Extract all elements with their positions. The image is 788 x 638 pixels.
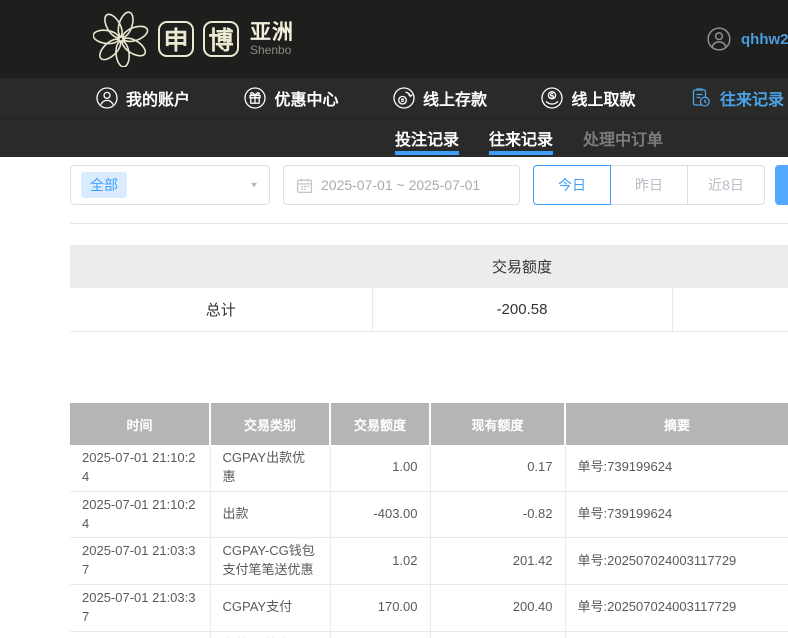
cell-balance: 30.40 [430,631,565,638]
nav-item-online-withdraw[interactable]: 线上取款 [540,86,635,110]
cell-balance: -0.82 [430,491,565,538]
tab-transaction-records[interactable]: 往来记录 [489,119,553,157]
summary-header-row: 交易额度 [70,245,788,288]
main-navigation: 我的账户 优惠中心 线上存款 线上取款 [0,78,788,118]
calendar-icon [296,177,313,194]
cell-type: 出款 [210,491,330,538]
nav-label: 我的账户 [126,86,190,110]
col-header-time: 时间 [70,403,210,445]
user-account[interactable]: qhhw2 [706,26,788,52]
col-header-balance: 现有额度 [430,403,565,445]
table-row: 2025-07-01 21:03:37 CGPAY支付 170.00 200.4… [70,585,788,632]
cell-amount: -403.00 [330,491,430,538]
nav-item-my-account[interactable]: 我的账户 [95,86,190,110]
search-button[interactable] [775,165,788,205]
cell-amount: 1.02 [330,538,430,585]
summary-header-empty [70,245,372,288]
col-header-amount: 交易额度 [330,403,430,445]
cell-amount: 28.00 [330,631,430,638]
table-row: 2025-07-01 21:03:37 CGPAY-CG钱包支付笔笔送优惠 1.… [70,538,788,585]
tab-betting-records[interactable]: 投注记录 [395,119,459,157]
user-avatar-icon [706,26,732,52]
logo-region-text: 亚洲 [250,21,294,44]
sub-navigation: 投注记录 往来记录 处理中订单 [0,118,788,157]
cell-time: 2025-07-01 21:03:37 [70,538,210,585]
date-range-value: 2025-07-01 ~ 2025-07-01 [321,177,480,193]
content-area: 全部 ▼ 2025-07-01 ~ 2025-07-01 今日 昨日 近8日 交… [0,157,788,638]
username-text: qhhw2 [741,31,788,48]
nav-item-online-deposit[interactable]: 线上存款 [392,86,487,110]
cell-type: 存款/取款/打码/损益 [210,631,330,638]
summary-total-value: -200.58 [372,288,672,331]
cell-time: 2025-07-01 21:03:37 [70,585,210,632]
cell-time: 2025-07-01 21:10:24 [70,445,210,491]
table-row: 2025-07-01 21:10:24 出款 -403.00 -0.82 单号:… [70,491,788,538]
cell-time: 2025-07-01 21:10:24 [70,491,210,538]
nav-item-transaction-records[interactable]: 往来记录 [689,86,784,110]
nav-label: 往来记录 [720,86,784,110]
date-range-picker[interactable]: 2025-07-01 ~ 2025-07-01 [283,165,520,205]
table-header-row: 时间 交易类别 交易额度 现有额度 摘要 [70,403,788,445]
summary-empty-cell [672,288,788,331]
transactions-table: 时间 交易类别 交易额度 现有额度 摘要 2025-07-01 21:10:24… [70,403,788,638]
tab-label: 往来记录 [489,126,553,150]
quick-date-buttons: 今日 昨日 近8日 [533,165,765,205]
cell-summary: 单号:202507024003117729 [565,585,788,632]
cell-type: CGPAY支付 [210,585,330,632]
cell-amount: 170.00 [330,585,430,632]
logo-char-shen: 申 [158,21,194,57]
site-logo[interactable]: 申 博 亚洲 Shenbo [93,11,294,67]
flower-logo-icon [93,11,149,67]
tab-label: 投注记录 [395,126,459,150]
nav-label: 优惠中心 [274,86,338,110]
filter-divider [70,223,788,224]
cell-balance: 200.40 [430,585,565,632]
summary-total-label: 总计 [70,288,372,331]
tab-label: 处理中订单 [583,126,663,150]
summary-table: 交易额度 总计 -200.58 [70,245,788,332]
nav-item-promo-center[interactable]: 优惠中心 [243,86,338,110]
cell-summary: 单号:739199624 [565,445,788,491]
top-header: 申 博 亚洲 Shenbo qhhw2 [0,0,788,78]
cell-type: CGPAY-CG钱包支付笔笔送优惠 [210,538,330,585]
yesterday-button[interactable]: 昨日 [610,165,688,205]
account-icon [95,86,119,110]
tab-pending-orders[interactable]: 处理中订单 [583,119,663,157]
cell-summary: 2025年月历史回馈_0701 [565,631,788,638]
cell-summary: 单号:202507024003117729 [565,538,788,585]
promo-icon [243,86,267,110]
logo-subtitle: Shenbo [250,44,294,57]
cell-time: 2025-07-01 21:02:54 [70,631,210,638]
last-8-days-button[interactable]: 近8日 [687,165,765,205]
cell-balance: 0.17 [430,445,565,491]
chevron-down-icon: ▼ [249,181,259,190]
cell-summary: 单号:739199624 [565,491,788,538]
table-row: 2025-07-01 21:02:54 存款/取款/打码/损益 28.00 30… [70,631,788,638]
records-icon [689,86,713,110]
table-row: 2025-07-01 21:10:24 CGPAY出款优惠 1.00 0.17 … [70,445,788,491]
deposit-icon [392,86,416,110]
summary-header-empty [672,245,788,288]
cell-balance: 201.42 [430,538,565,585]
type-select[interactable]: 全部 ▼ [70,165,270,205]
withdraw-icon [540,86,564,110]
summary-header-amount: 交易额度 [372,245,672,288]
nav-label: 线上存款 [423,86,487,110]
cell-type: CGPAY出款优惠 [210,445,330,491]
nav-label: 线上取款 [571,86,635,110]
today-button[interactable]: 今日 [533,165,611,205]
selected-type-chip: 全部 [81,172,127,198]
col-header-type: 交易类别 [210,403,330,445]
col-header-summary: 摘要 [565,403,788,445]
logo-char-bo: 博 [203,21,239,57]
summary-total-row: 总计 -200.58 [70,288,788,331]
cell-amount: 1.00 [330,445,430,491]
